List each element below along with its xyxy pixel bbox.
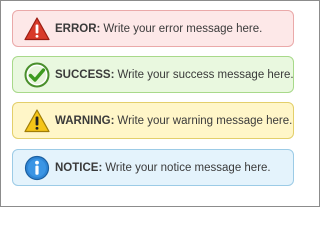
warning-message: WARNING: Write your warning message here… — [12, 102, 294, 139]
error-triangle-icon — [24, 16, 50, 42]
error-label: ERROR: — [55, 22, 101, 35]
info-circle-icon — [24, 155, 50, 181]
warning-label: WARNING: — [55, 114, 115, 127]
error-message: ERROR: Write your error message here. — [12, 10, 294, 47]
notice-message: NOTICE: Write your notice message here. — [12, 149, 294, 186]
success-text: Write your success message here. — [117, 68, 294, 81]
success-check-icon — [24, 62, 50, 88]
error-text: Write your error message here. — [103, 22, 263, 35]
notice-text: Write your notice message here. — [105, 161, 271, 174]
message-panel: ERROR: Write your error message here. SU… — [0, 0, 320, 207]
success-message: SUCCESS: Write your success message here… — [12, 56, 294, 93]
warning-text: Write your warning message here. — [117, 114, 293, 127]
notice-label: NOTICE: — [55, 161, 103, 174]
warning-triangle-icon — [24, 108, 50, 134]
success-label: SUCCESS: — [55, 68, 115, 81]
